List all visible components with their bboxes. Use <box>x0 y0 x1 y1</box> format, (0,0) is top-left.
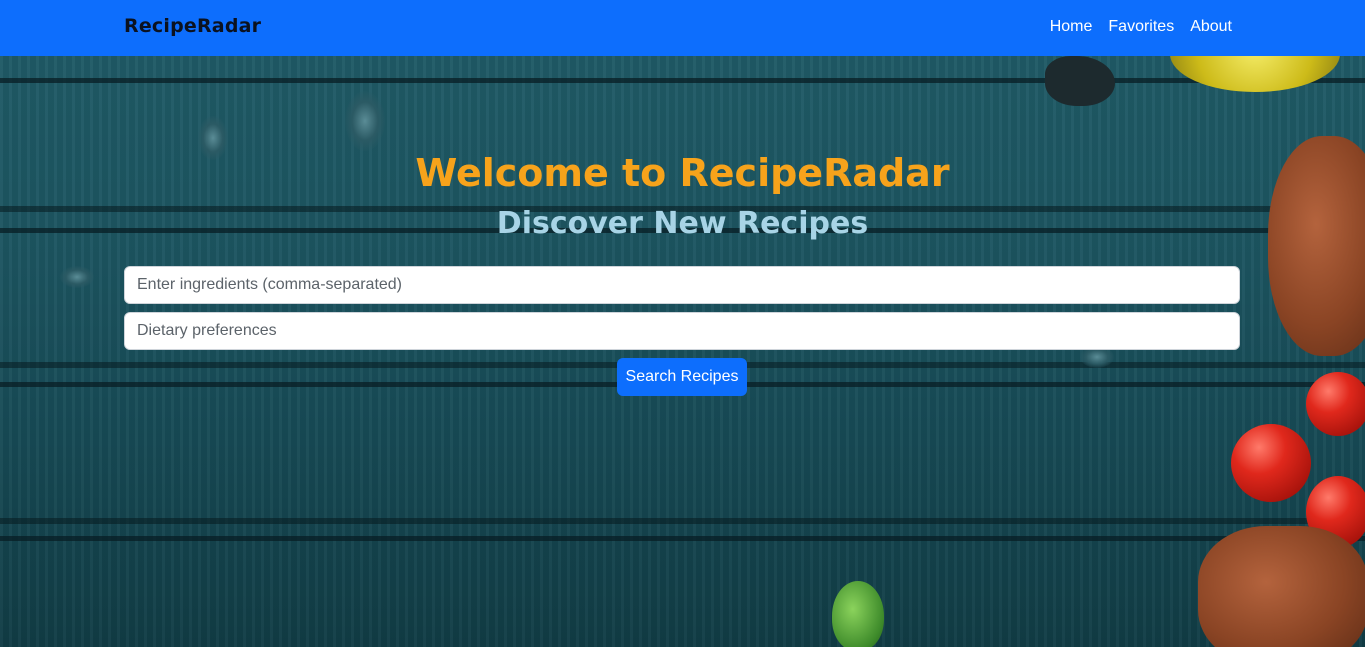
ingredients-input[interactable] <box>124 266 1240 304</box>
nav-links: Home Favorites About <box>1050 18 1232 36</box>
navbar: RecipeRadar Home Favorites About <box>0 0 1365 56</box>
search-recipes-button[interactable]: Search Recipes <box>617 358 747 396</box>
dietary-preferences-input[interactable] <box>124 312 1240 350</box>
nav-link-about[interactable]: About <box>1190 18 1232 36</box>
page: RecipeRadar Home Favorites About Welcome… <box>0 0 1365 647</box>
page-title: Welcome to RecipeRadar <box>415 151 950 195</box>
brand-logo-link[interactable]: RecipeRadar <box>124 15 261 37</box>
nav-link-favorites[interactable]: Favorites <box>1108 18 1174 36</box>
page-subtitle: Discover New Recipes <box>496 206 869 241</box>
hero-content: Welcome to RecipeRadar Discover New Reci… <box>0 56 1365 647</box>
nav-link-home[interactable]: Home <box>1050 18 1093 36</box>
